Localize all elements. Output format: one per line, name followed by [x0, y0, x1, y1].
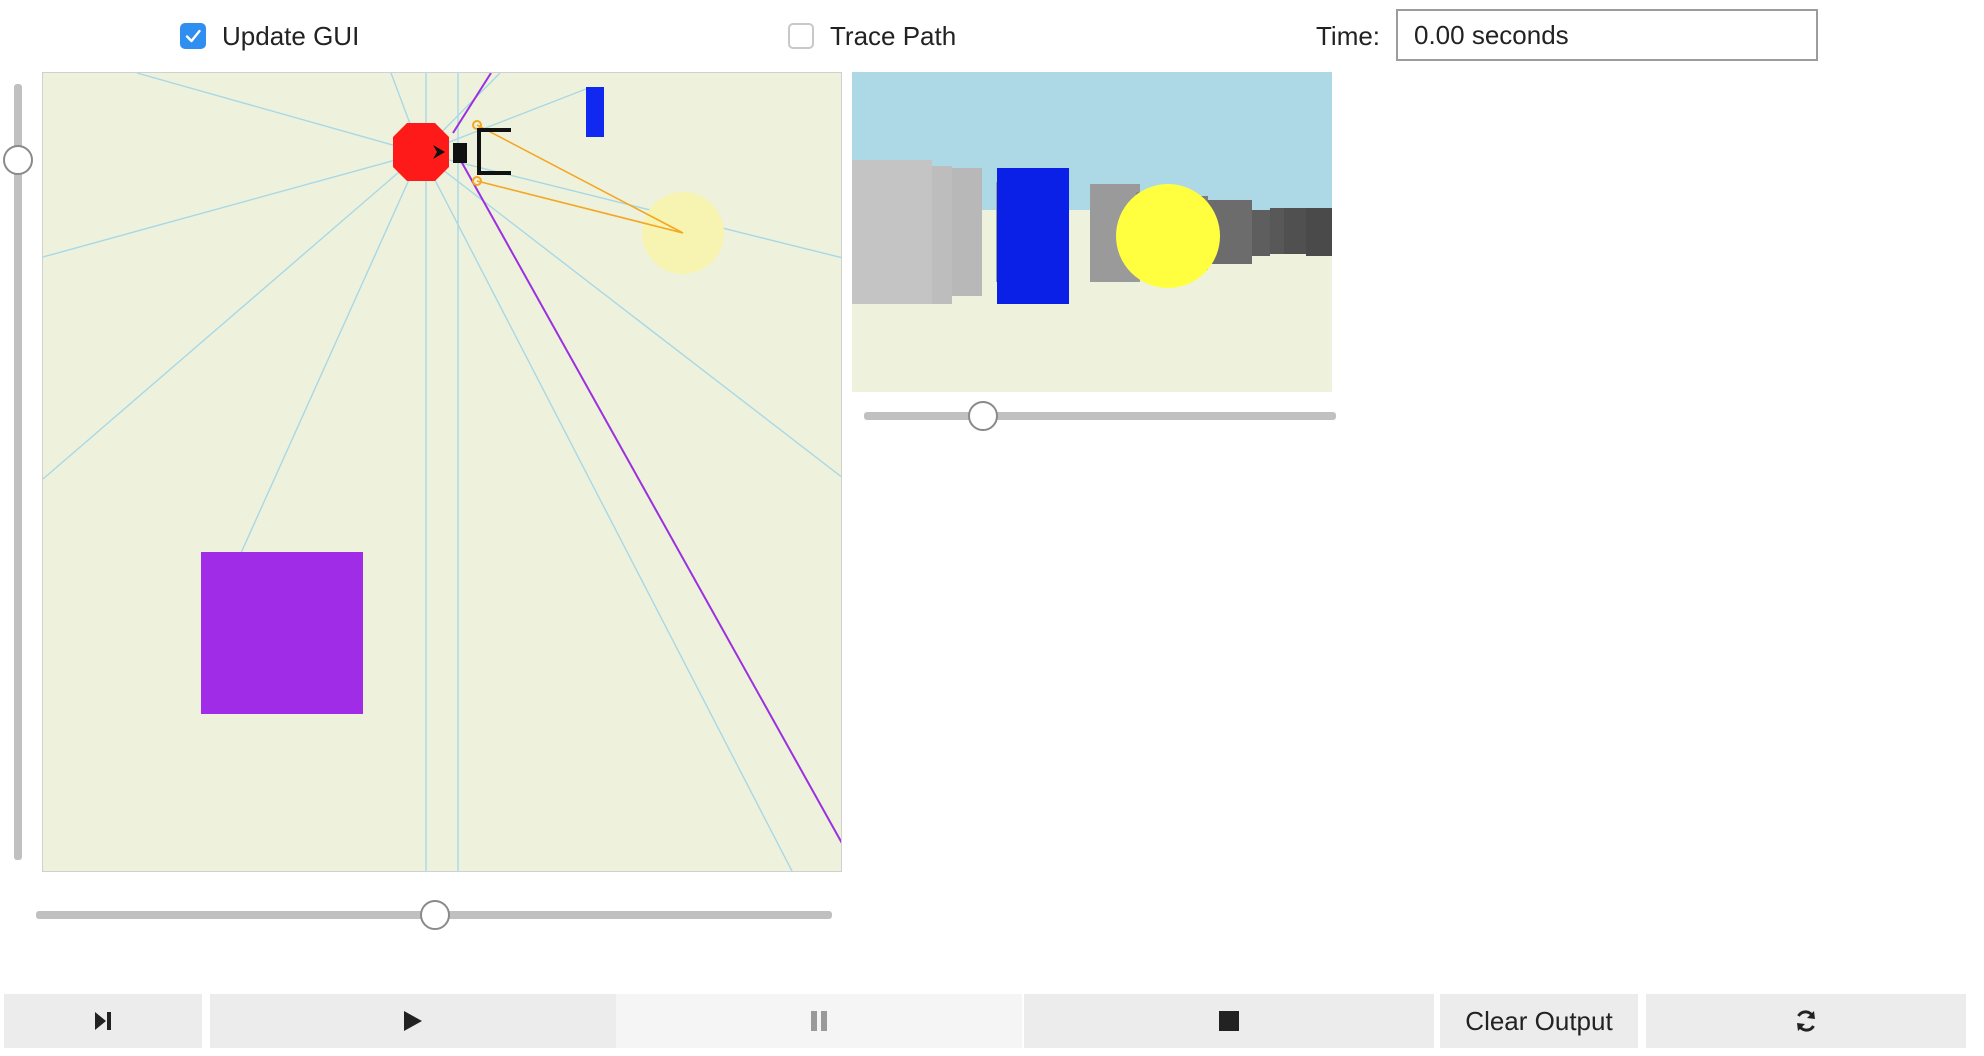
main-horizontal-slider-thumb[interactable]	[420, 900, 450, 930]
update-gui-checkbox[interactable]	[180, 23, 206, 49]
world-svg	[43, 73, 841, 871]
purple-obstacle	[201, 552, 363, 714]
clear-output-button[interactable]: Clear Output	[1440, 994, 1638, 1048]
pause-icon	[811, 1011, 827, 1031]
trace-line-top	[452, 73, 492, 134]
vertical-zoom-slider-thumb[interactable]	[3, 145, 33, 175]
clear-output-label: Clear Output	[1465, 1005, 1613, 1036]
camera-light-source	[1116, 184, 1220, 288]
play-button[interactable]	[210, 994, 616, 1048]
step-forward-icon	[95, 1012, 111, 1030]
time-field[interactable]: 0.00 seconds	[1396, 9, 1818, 61]
stop-button[interactable]	[1024, 994, 1434, 1048]
robot-gripper-icon	[477, 128, 511, 175]
vertical-zoom-slider[interactable]	[14, 84, 22, 860]
refresh-icon	[1797, 1010, 1815, 1032]
stop-icon	[1219, 1011, 1239, 1031]
camera-svg	[852, 72, 1332, 392]
step-button[interactable]	[4, 994, 202, 1048]
robot-camera-icon	[453, 143, 467, 163]
play-icon	[404, 1011, 422, 1031]
sensor-rays	[43, 73, 841, 871]
light-sensor-lines	[476, 124, 684, 234]
camera-slider[interactable]	[864, 412, 1336, 420]
checkmark-icon	[185, 29, 201, 43]
time-label-wrap: Time:	[1316, 18, 1380, 54]
trace-line	[460, 160, 841, 844]
refresh-button[interactable]	[1646, 994, 1966, 1048]
time-label: Time:	[1316, 20, 1381, 51]
update-gui-checkbox-row[interactable]: Update GUI	[180, 18, 359, 54]
camera-view	[852, 72, 1332, 392]
trace-path-checkbox-row[interactable]: Trace Path	[788, 18, 956, 54]
simulation-toolbar: Clear Output	[0, 994, 1984, 1048]
trace-path-label: Trace Path	[830, 20, 957, 51]
time-value: 0.00 seconds	[1414, 19, 1569, 50]
camera-slider-thumb[interactable]	[968, 401, 998, 431]
pause-button[interactable]	[616, 994, 1022, 1048]
camera-blue-obstacle	[997, 168, 1069, 304]
trace-path-checkbox[interactable]	[788, 23, 814, 49]
world-canvas	[42, 72, 842, 872]
update-gui-label: Update GUI	[222, 20, 360, 51]
blue-obstacle	[586, 87, 604, 137]
